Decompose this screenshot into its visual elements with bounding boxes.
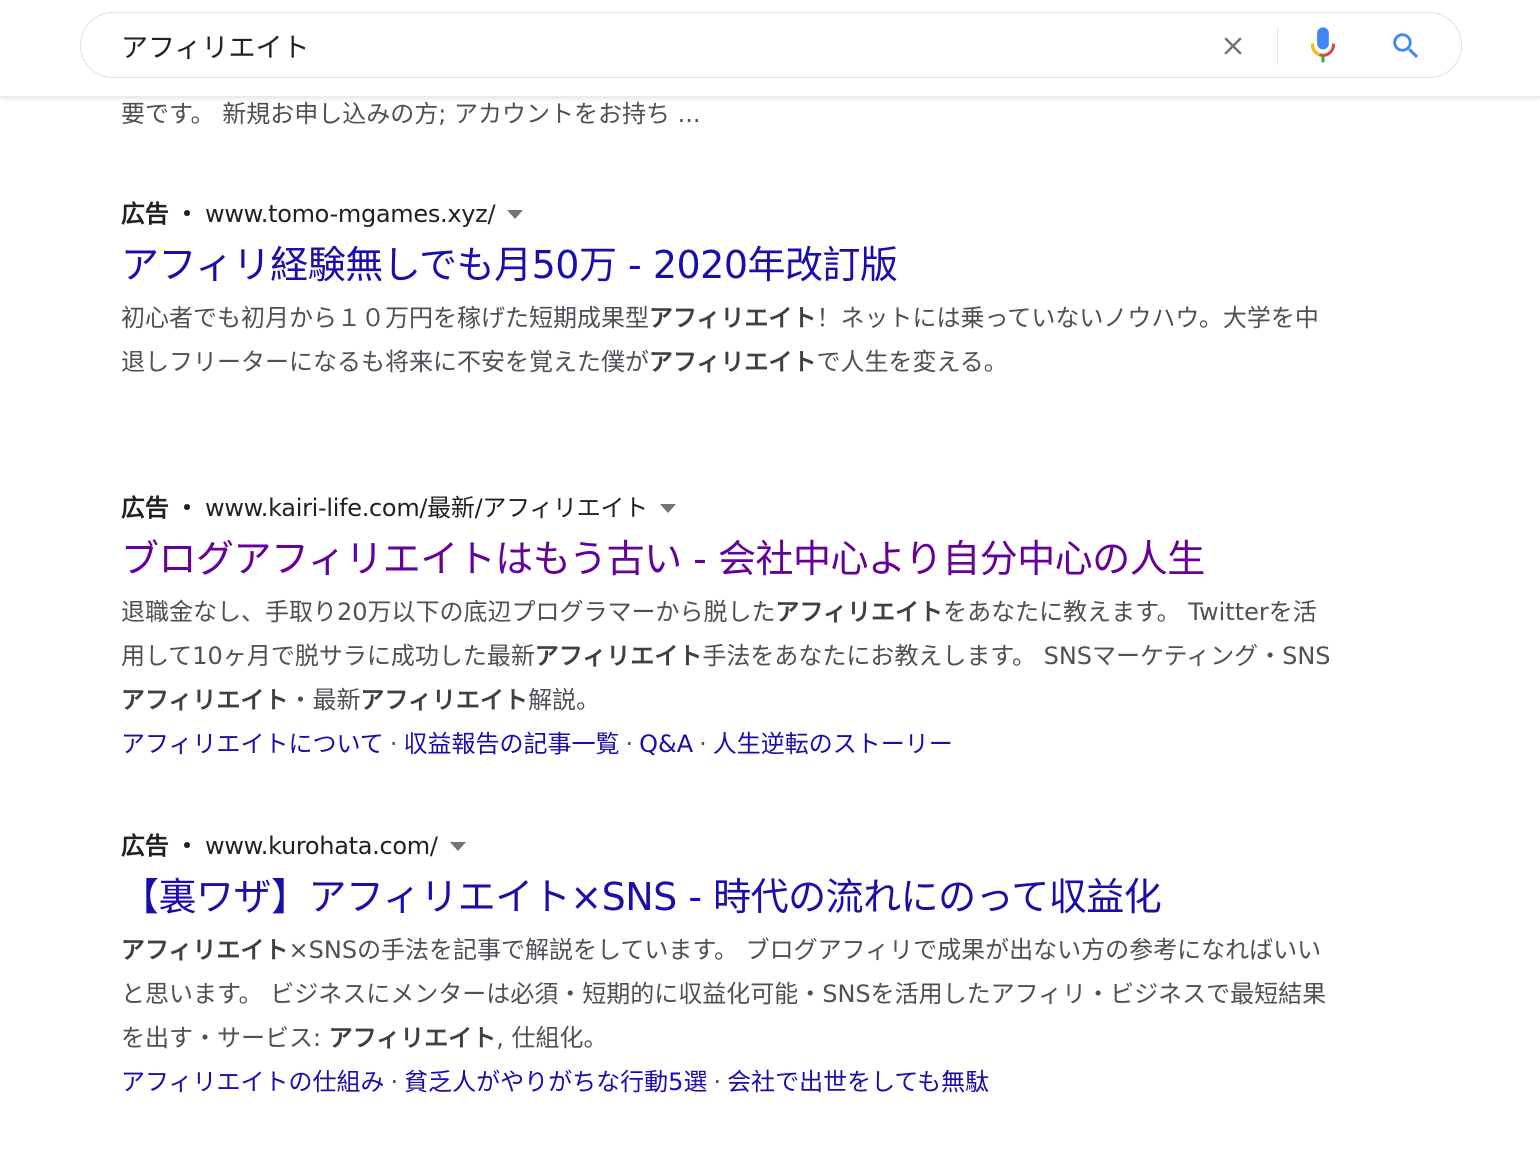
description-text: 解説。 <box>528 686 601 714</box>
keyword-highlight: アフィリエイト <box>649 304 817 332</box>
clear-search-button[interactable] <box>1213 26 1253 66</box>
close-icon <box>1224 37 1242 55</box>
ad-dot: ・ <box>175 200 199 228</box>
sitelink-separator: · <box>625 730 634 758</box>
keyword-highlight: アフィリエイト <box>121 936 289 964</box>
keyword-highlight: アフィリエイト <box>649 348 817 376</box>
description-text: ×SNSの手法を記事で解説をしています。 ブログアフィリで成果が出ない方の参考に… <box>121 936 1327 1052</box>
ad-sitelinks: アフィリエイトの仕組み · 貧乏人がやりがちな行動5選 · 会社で出世をしても無駄 <box>121 1060 1341 1104</box>
keyword-highlight: アフィリエイト <box>328 1024 497 1052</box>
description-text: 初心者でも初月から１０万円を稼げた短期成果型 <box>121 304 649 332</box>
ad-result: 広告 ・ www.kairi-life.com/最新/アフィリエイト ブログアフ… <box>121 490 1341 766</box>
description-text: 手法をあなたにお教えします。 SNSマーケティング・SNS <box>702 642 1331 670</box>
keyword-highlight: アフィリエイト <box>360 686 529 714</box>
chevron-down-icon[interactable] <box>659 503 676 513</box>
ad-description: アフィリエイト×SNSの手法を記事で解説をしています。 ブログアフィリで成果が出… <box>121 928 1331 1060</box>
search-input[interactable] <box>121 23 1201 67</box>
sitelink-separator: · <box>713 1068 722 1096</box>
sitelink[interactable]: 会社で出世をしても無駄 <box>727 1068 989 1096</box>
ad-url-line: 広告 ・ www.tomo-mgames.xyz/ <box>121 196 1341 232</box>
ad-label: 広告 <box>121 494 169 522</box>
description-text: , 仕組化。 <box>496 1024 608 1052</box>
sitelink[interactable]: アフィリエイトの仕組み <box>121 1068 385 1096</box>
voice-search-button[interactable] <box>1303 26 1343 66</box>
sitelink[interactable]: 貧乏人がやりがちな行動5選 <box>404 1068 707 1096</box>
search-icon <box>1393 33 1419 59</box>
ad-display-url: www.tomo-mgames.xyz/ <box>205 200 496 228</box>
ad-display-url: www.kairi-life.com/最新/アフィリエイト <box>205 494 648 522</box>
ad-dot: ・ <box>175 832 199 860</box>
sitelink[interactable]: 収益報告の記事一覧 <box>403 730 619 758</box>
ad-title-link[interactable]: ブログアフィリエイトはもう古い - 会社中心より自分中心の人生 <box>121 534 1341 584</box>
ad-description: 退職金なし、手取り20万以下の底辺プログラマーから脱したアフィリエイトをあなたに… <box>121 590 1331 722</box>
keyword-highlight: アフィリエイト <box>534 642 703 670</box>
ad-description: 初心者でも初月から１０万円を稼げた短期成果型アフィリエイト！ネットには乗っていな… <box>121 296 1331 384</box>
ad-url-line: 広告 ・ www.kairi-life.com/最新/アフィリエイト <box>121 490 1341 526</box>
search-button[interactable] <box>1386 26 1426 66</box>
sitelink[interactable]: Q&A <box>639 730 693 758</box>
keyword-highlight: アフィリエイト <box>121 686 289 714</box>
ad-url-line: 広告 ・ www.kurohata.com/ <box>121 828 1341 864</box>
sitelink-separator: · <box>699 730 707 758</box>
ad-title-link[interactable]: アフィリ経験無しでも月50万 - 2020年改訂版 <box>121 240 1341 290</box>
ad-result: 広告 ・ www.tomo-mgames.xyz/ アフィリ経験無しでも月50万… <box>121 196 1341 384</box>
description-text: ・最新 <box>288 686 361 714</box>
ad-sitelinks: アフィリエイトについて · 収益報告の記事一覧 · Q&A · 人生逆転のストーリー <box>121 722 1341 766</box>
sitelink[interactable]: 人生逆転のストーリー <box>713 730 953 758</box>
search-header <box>0 0 1540 97</box>
microphone-icon <box>1310 27 1336 63</box>
chevron-down-icon[interactable] <box>449 841 466 851</box>
ad-title-link[interactable]: 【裏ワザ】アフィリエイト×SNS - 時代の流れにのって収益化 <box>121 872 1341 922</box>
ad-result: 広告 ・ www.kurohata.com/ 【裏ワザ】アフィリエイト×SNS … <box>121 828 1341 1104</box>
description-text: 退職金なし、手取り20万以下の底辺プログラマーから脱した <box>121 598 776 626</box>
ad-display-url: www.kurohata.com/ <box>205 832 438 860</box>
ad-dot: ・ <box>175 494 199 522</box>
sitelink[interactable]: アフィリエイトについて <box>121 730 384 758</box>
sitelink-separator: · <box>390 1068 399 1096</box>
keyword-highlight: アフィリエイト <box>775 598 944 626</box>
chevron-down-icon[interactable] <box>507 209 524 219</box>
ad-label: 広告 <box>121 832 169 860</box>
previous-result-snippet: 要です。 新規お申し込みの方; アカウントをお持ち ... <box>121 100 701 128</box>
search-box[interactable] <box>80 12 1462 78</box>
search-box-divider <box>1277 27 1278 65</box>
description-text: で人生を変える。 <box>816 348 1008 376</box>
ad-label: 広告 <box>121 200 169 228</box>
sitelink-separator: · <box>389 730 398 758</box>
